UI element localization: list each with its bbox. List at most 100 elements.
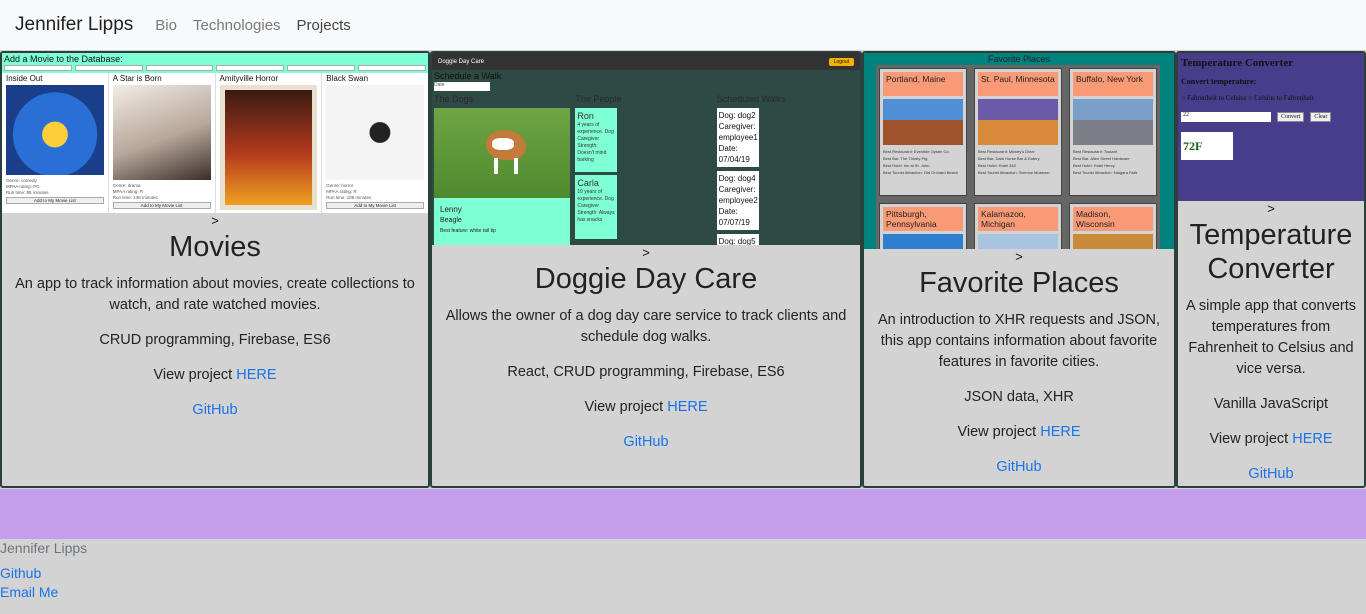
movie-runtime: Run time: 108 minutes [326,195,372,200]
city-detail: Best Hotel: Hotel 340 [978,163,1016,168]
top-navbar: Jennifer Lipps Bio Technologies Projects [0,0,1366,50]
view-project-link[interactable]: HERE [236,367,276,383]
city-photo [978,234,1058,249]
dog-card: Lenny Beagle Best feature: white tail ti… [434,198,570,245]
footer-github-link[interactable]: Github [0,564,1366,583]
project-card-movies: Add a Movie to the Database: Inside Out … [0,51,430,488]
temp-result: 72F [1181,132,1233,160]
view-project-label: View project [957,424,1041,440]
card-arrow: > [211,213,219,228]
movie-runtime: Run time: 136 minutes [112,195,158,200]
view-project-label: View project [1209,431,1293,447]
city-tile: St. Paul, Minnesota Best Restaurant: Mick… [974,68,1062,196]
person-card: Ron 4 years of experience. Dog Caregiver … [575,108,618,172]
github-link[interactable]: GitHub [996,459,1041,475]
view-project-label: View project [153,367,237,383]
github-link[interactable]: GitHub [623,434,668,450]
radio-label: Celsius to Fahrenheit [1254,94,1314,102]
favorite-places-screenshot: Favorite Places Portland, Maine Best Rest… [864,53,1174,249]
project-title: Temperature Converter [1189,219,1353,285]
nav-link-bio[interactable]: Bio [155,17,177,34]
footer-email-link[interactable]: Email Me [0,583,1366,602]
project-title: Favorite Places [919,267,1119,299]
favorite-places-shot-header: Favorite Places [987,54,1051,64]
card-arrow: > [1267,201,1275,216]
walk-card: Dog: dog4 Caregiver: employee2 Date: 07/07… [716,171,759,230]
view-project-link[interactable]: HERE [1040,424,1080,440]
city-photo [978,99,1058,145]
movie-tile: Inside Out Genre: comedy MPAA rating: PG… [2,73,109,213]
temp-shot-label: Convert temperature: [1181,77,1257,86]
form-field [4,65,72,71]
github-link[interactable]: GitHub [192,402,237,418]
walk-dog: Dog: dog5 [718,237,756,245]
city-detail: Best Restaurant: Mickey's Diner [978,149,1035,154]
walk-card: Dog: dog5 [716,234,759,245]
card-arrow: > [642,245,650,260]
city-detail: Best Restaurant: Toutant [1073,149,1117,154]
add-movie-button: Add to My Movie List [6,197,104,204]
person-card: Carla 10 years of experience. Dog Caregiv… [575,175,618,239]
city-photo [883,234,963,249]
view-project-line: View project HERE [444,397,848,418]
logout-button: Logout [828,57,854,66]
form-field [287,65,356,71]
city-name: Kalamazoo, Michigan [978,207,1058,231]
dogs-column-heading: The Dogs [434,94,474,104]
navbar-brand[interactable]: Jennifer Lipps [15,14,133,36]
person-detail: 4 years of experience. Dog Caregiver Str… [577,122,614,163]
dog-name: Lenny [440,205,462,214]
city-name: St. Paul, Minnesota [978,72,1058,96]
movie-poster [6,85,104,175]
section-divider-band [0,489,1366,539]
project-description: Allows the owner of a dog day care servi… [445,308,847,345]
movie-title: Inside Out [6,74,43,83]
form-field [145,65,214,71]
radio-icon: ○ [1181,94,1186,102]
form-field [216,65,285,71]
project-description: An introduction to XHR requests and JSON… [877,312,1161,370]
movie-title: A Star is Born [112,74,162,83]
city-tile: Kalamazoo, Michigan [974,203,1062,249]
person-name: Ron [577,111,594,121]
projects-row: Add a Movie to the Database: Inside Out … [0,50,1366,489]
walk-dog: Dog: dog4 [718,174,756,183]
walk-date: Date: 07/07/19 [718,207,750,227]
view-project-link[interactable]: HERE [1292,431,1332,447]
doggie-app-name: Doggie Day Care [438,58,485,65]
dog-photo [434,108,570,198]
project-description: A simple app that converts temperatures … [1185,298,1357,377]
movie-tile: Amityville Horror [216,73,323,213]
city-photo [1073,234,1153,249]
movie-tile: Black Swan Genre: horror MPAA rating: R … [322,73,428,213]
city-tile: Portland, Maine Best Restaurant: Eventide… [879,68,967,196]
city-tile: Buffalo, New York Best Restaurant: Toutan… [1069,68,1157,196]
movies-screenshot: Add a Movie to the Database: Inside Out … [2,53,428,213]
city-name: Pittsburgh, Pennsylvania [883,207,963,231]
city-detail: Best Bar: Dark Horse Bar & Eatery [978,156,1040,161]
project-tech: Vanilla JavaScript [1213,396,1329,412]
city-photo [883,99,963,145]
nav-link-projects[interactable]: Projects [297,17,351,34]
project-title: Movies [169,231,261,263]
city-tile: Madison, Wisconsin [1069,203,1157,249]
project-card-doggie-day-care: Doggie Day Care Logout Schedule a Walk D… [430,51,862,488]
city-detail: Best Bar: The Thirsty Pig [883,156,928,161]
footer-name: Jennifer Lipps [0,540,88,556]
radio-icon: ○ [1248,94,1253,102]
nav-link-technologies[interactable]: Technologies [193,17,281,34]
city-photo [1073,99,1153,145]
form-field [358,65,426,71]
walk-caregiver: Caregiver: employee1 [718,122,758,142]
date-input: Date [434,82,490,91]
movies-shot-header: Add a Movie to the Database: [4,54,123,64]
movies-shot-form [4,65,426,71]
view-project-link[interactable]: HERE [667,399,707,415]
github-link[interactable]: GitHub [1248,466,1293,482]
walks-column-heading: Scheduled Walks [716,94,786,104]
project-tech: React, CRUD programming, Firebase, ES6 [507,364,785,380]
project-card-favorite-places: Favorite Places Portland, Maine Best Rest… [862,51,1176,488]
doggie-screenshot: Doggie Day Care Logout Schedule a Walk D… [432,53,860,245]
view-project-line: View project HERE [866,422,1172,443]
project-tech: JSON data, XHR [964,389,1074,405]
